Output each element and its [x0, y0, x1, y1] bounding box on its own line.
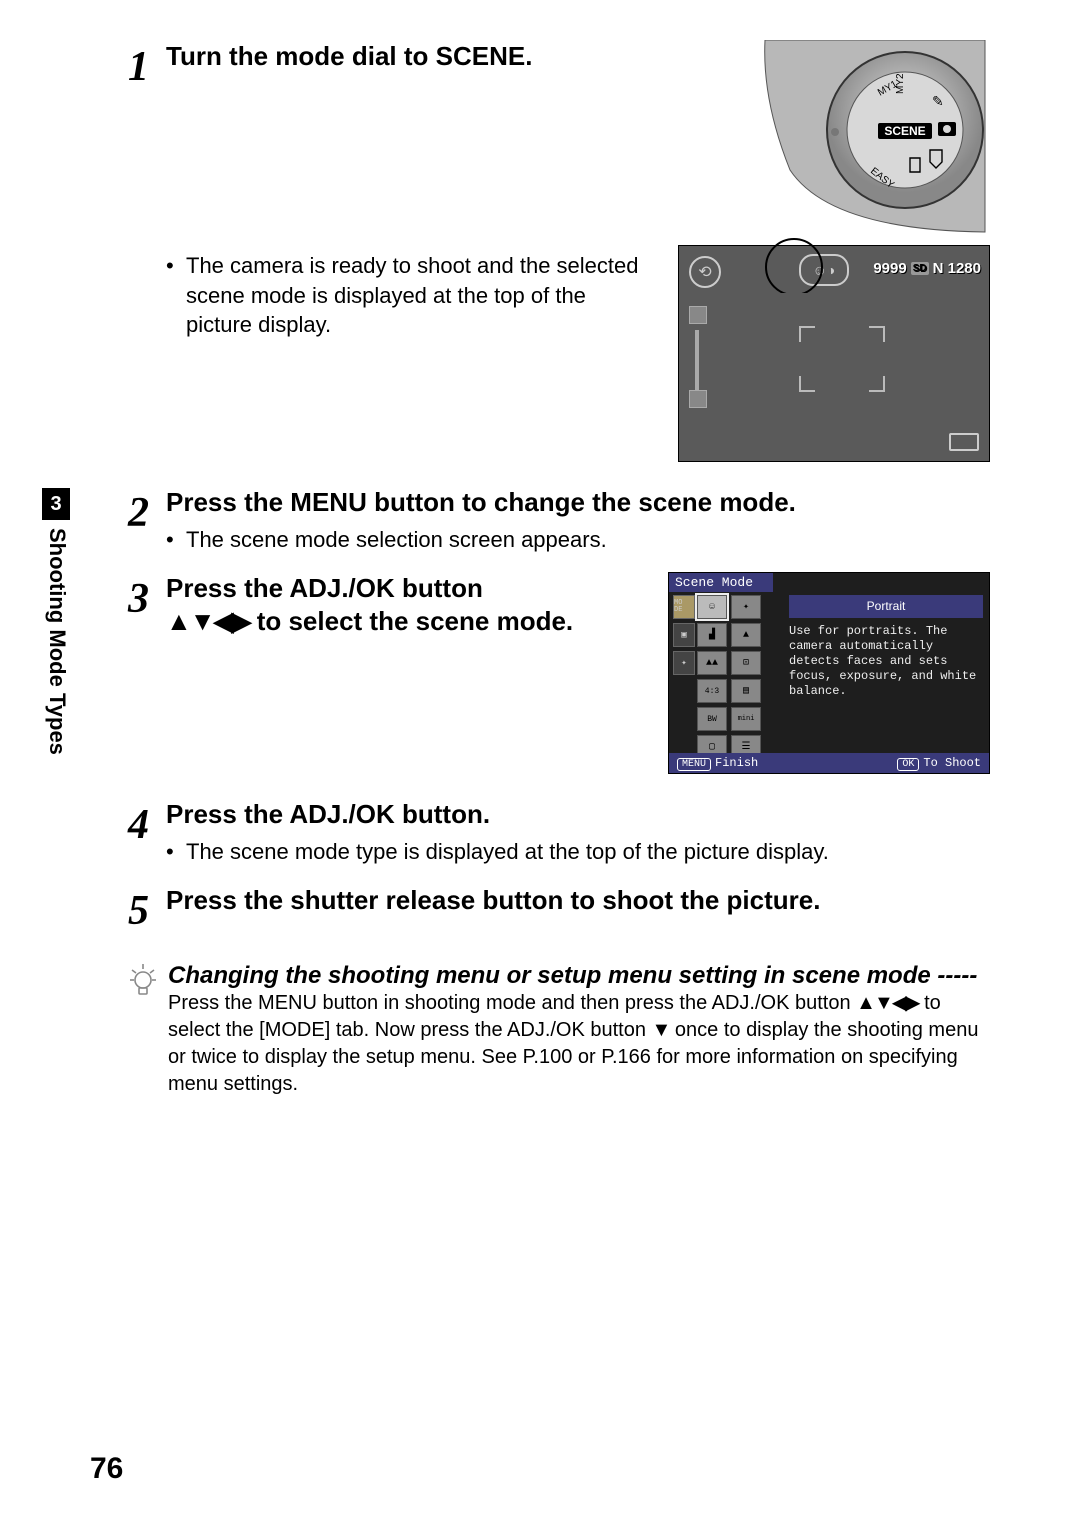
step-2-title: Press the MENU button to change the scen…	[166, 486, 990, 519]
svg-text:✎: ✎	[932, 93, 944, 109]
zoom-icon: ⟲	[689, 256, 721, 288]
chapter-title-vertical: Shooting Mode Types	[44, 528, 70, 755]
step-2-number: 2	[128, 486, 166, 534]
page-number: 76	[90, 1452, 123, 1486]
mode-dial-illustration: SCENE MY1 MY2 EASY ✎	[760, 40, 990, 235]
step-1-title: Turn the mode dial to SCENE.	[166, 40, 740, 73]
chapter-tab: 3	[42, 488, 70, 520]
step-2-bullet: The scene mode selection screen appears.	[186, 525, 607, 555]
note-title: Changing the shooting menu or setup menu…	[168, 962, 990, 990]
step-4-title: Press the ADJ./OK button.	[166, 798, 990, 831]
foot-left-text: Finish	[715, 756, 758, 770]
tip-lightbulb-icon	[128, 962, 168, 1098]
step-5-title: Press the shutter release button to shoo…	[166, 884, 990, 917]
callout-circle	[754, 223, 834, 293]
bullet-dot: •	[166, 837, 186, 867]
step-1-number: 1	[128, 40, 166, 88]
step-5-number: 5	[128, 884, 166, 932]
ok-button-label: OK	[897, 758, 919, 771]
svg-text:MY2: MY2	[895, 73, 906, 94]
menu-header: Scene Mode	[669, 573, 773, 592]
svg-text:SCENE: SCENE	[884, 124, 925, 138]
bullet-dot: •	[166, 525, 186, 555]
step-3-title: Press the ADJ./OK button ▲▼◀▶ to select …	[166, 572, 654, 637]
image-size: N 1280	[933, 260, 981, 277]
card-icon: SD	[911, 262, 929, 275]
scene-name: Portrait	[789, 595, 983, 618]
tab-mode: MO DE	[673, 595, 695, 619]
bullet-dot: •	[166, 251, 186, 340]
shots-remaining: 9999	[873, 260, 906, 277]
step-1-bullet: The camera is ready to shoot and the sel…	[186, 251, 648, 340]
scene-mode-menu: Scene Mode MO DE ▣ ✦ ☺✦ ▟▲ ▲▲⊡ 4:3▤ BWmi…	[668, 572, 990, 774]
tab-setup-icon: ✦	[673, 651, 695, 675]
foot-right-text: To Shoot	[923, 756, 981, 770]
direction-arrows-icon: ▲▼◀▶	[166, 606, 249, 636]
scene-grid: ☺✦ ▟▲ ▲▲⊡ 4:3▤ BWmini ▢☰	[697, 595, 761, 759]
step-4-number: 4	[128, 798, 166, 846]
note-body: Press the MENU button in shooting mode a…	[168, 990, 990, 1098]
tab-camera-icon: ▣	[673, 623, 695, 647]
scene-description: Use for portraits. The camera automatica…	[789, 624, 983, 699]
lcd-shooting-preview: ⟲ ☺◑ 9999 SD N 1280	[678, 245, 990, 462]
step-4-bullet: The scene mode type is displayed at the …	[186, 837, 829, 867]
scene-portrait-icon: ☺	[697, 595, 727, 619]
step-3-number: 3	[128, 572, 166, 620]
menu-button-label: MENU	[677, 758, 711, 771]
direction-arrows-icon: ▲▼◀▶	[856, 992, 918, 1014]
battery-icon	[949, 433, 979, 451]
down-arrow-icon: ▼	[652, 1019, 670, 1041]
